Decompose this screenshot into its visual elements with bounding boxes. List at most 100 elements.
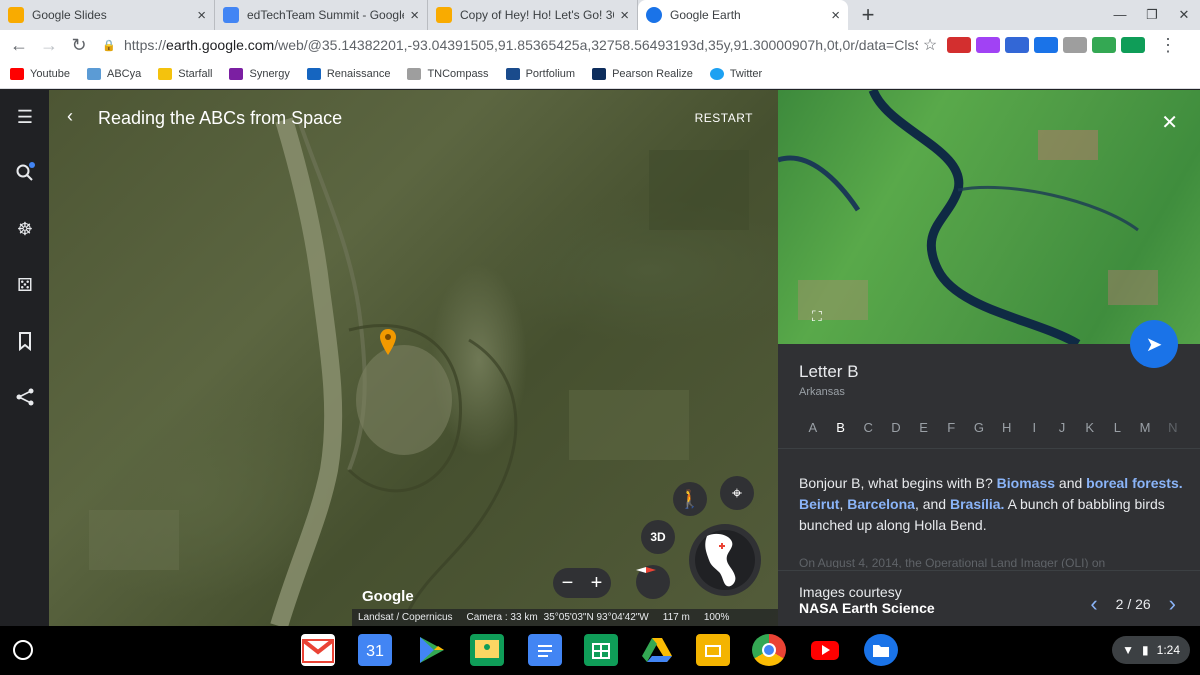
- files-icon[interactable]: [864, 634, 898, 666]
- wifi-icon: ▼: [1122, 643, 1135, 657]
- tab-hey-ho[interactable]: Copy of Hey! Ho! Let's Go! 360 v ×: [428, 0, 638, 30]
- letter-f[interactable]: F: [937, 420, 965, 435]
- letter-l[interactable]: L: [1104, 420, 1132, 435]
- letter-a[interactable]: A: [799, 420, 827, 435]
- brasilia-link[interactable]: Brasília.: [950, 496, 1004, 512]
- reload-icon[interactable]: ↻: [64, 35, 94, 56]
- starfall-icon: [158, 68, 173, 80]
- feeling-lucky-dice-icon[interactable]: ⚄: [14, 274, 36, 296]
- globe-minimap[interactable]: [689, 524, 761, 596]
- bookmark-pearson[interactable]: Pearson Realize: [592, 68, 693, 80]
- close-tab-icon[interactable]: ×: [831, 7, 840, 24]
- bookmark-label: Starfall: [178, 68, 213, 80]
- close-window-icon[interactable]: ✕: [1168, 0, 1200, 30]
- new-tab-button[interactable]: +: [848, 0, 888, 30]
- share-icon[interactable]: [14, 386, 36, 408]
- compass-icon[interactable]: [636, 565, 670, 599]
- bookmark-synergy[interactable]: Synergy: [229, 68, 290, 80]
- back-arrow-icon[interactable]: ←: [4, 35, 34, 56]
- status-tray[interactable]: ▼ ▮ 1:24: [1112, 636, 1190, 664]
- satellite-map-view[interactable]: ‹ Reading the ABCs from Space RESTART 🚶 …: [49, 90, 778, 626]
- tab-edtechteam[interactable]: edTechTeam Summit - Google D ×: [215, 0, 428, 30]
- tab-google-earth[interactable]: Google Earth ×: [638, 0, 848, 30]
- slides-icon[interactable]: [696, 634, 730, 666]
- zoom-out-button[interactable]: −: [562, 572, 574, 595]
- boreal-forests-link[interactable]: boreal forests.: [1086, 475, 1182, 491]
- previous-chevron-icon[interactable]: ‹: [1090, 591, 1097, 617]
- letter-d[interactable]: D: [882, 420, 910, 435]
- calendar-icon[interactable]: 31: [358, 634, 392, 666]
- letter-m[interactable]: M: [1131, 420, 1159, 435]
- youtube-icon[interactable]: [808, 634, 842, 666]
- send-icon: ➤: [1145, 333, 1163, 356]
- url-field[interactable]: 🔒 https://earth.google.com/web/@35.14382…: [102, 33, 942, 57]
- toggle-3d-button[interactable]: 3D: [641, 520, 675, 554]
- beirut-link[interactable]: Beirut: [799, 496, 839, 512]
- letter-b[interactable]: B: [827, 420, 855, 435]
- extension-icon[interactable]: [1063, 37, 1087, 53]
- bookmark-renaissance[interactable]: Renaissance: [306, 68, 390, 80]
- bookmark-portfolium[interactable]: Portfolium: [505, 68, 575, 80]
- gmail-icon[interactable]: [301, 634, 335, 666]
- biomass-link[interactable]: Biomass: [997, 475, 1055, 491]
- close-card-icon[interactable]: ✕: [1161, 110, 1178, 135]
- imagery-attribution: Landsat / Copernicus: [358, 612, 453, 623]
- docs-icon[interactable]: [528, 634, 562, 666]
- restart-button[interactable]: RESTART: [695, 111, 753, 125]
- bookmark-tncompass[interactable]: TNCompass: [407, 68, 489, 80]
- sheets-icon[interactable]: [584, 634, 618, 666]
- classroom-icon[interactable]: [470, 634, 504, 666]
- bookmark-youtube[interactable]: Youtube: [10, 68, 70, 80]
- tour-back-chevron-icon[interactable]: ‹: [67, 106, 73, 127]
- letter-i[interactable]: I: [1021, 420, 1049, 435]
- close-tab-icon[interactable]: ×: [620, 7, 629, 24]
- barcelona-link[interactable]: Barcelona: [847, 496, 915, 512]
- letter-g[interactable]: G: [965, 420, 993, 435]
- bookmark-star-icon[interactable]: ☆: [918, 35, 942, 55]
- bookmark-abcya[interactable]: ABCya: [86, 68, 141, 80]
- divider: [778, 448, 1200, 449]
- maximize-icon[interactable]: ❐: [1136, 0, 1168, 30]
- river-image: [778, 90, 1158, 344]
- streaming-percent: 100%: [703, 612, 730, 623]
- bookmark-icon[interactable]: [14, 330, 36, 352]
- launcher-circle-icon[interactable]: [13, 640, 33, 660]
- my-location-icon[interactable]: ⌖: [720, 476, 754, 510]
- letter-j[interactable]: J: [1048, 420, 1076, 435]
- location-pin-icon[interactable]: [379, 328, 397, 356]
- close-tab-icon[interactable]: ×: [410, 7, 419, 24]
- bookmark-starfall[interactable]: Starfall: [158, 68, 212, 80]
- menu-hamburger-icon[interactable]: ☰: [14, 106, 36, 128]
- classroom-extension-icon[interactable]: [1121, 37, 1145, 53]
- next-chevron-icon[interactable]: ›: [1169, 591, 1176, 617]
- letter-h[interactable]: H: [993, 420, 1021, 435]
- letter-e[interactable]: E: [910, 420, 938, 435]
- forward-arrow-icon[interactable]: →: [34, 35, 64, 56]
- zoom-control: − +: [553, 568, 611, 598]
- tab-google-slides[interactable]: Google Slides ×: [0, 0, 215, 30]
- cast-extension-icon[interactable]: [1092, 37, 1116, 53]
- minimize-icon[interactable]: —: [1104, 0, 1136, 30]
- bookmark-twitter[interactable]: Twitter: [709, 68, 762, 80]
- extension-icon[interactable]: [1005, 37, 1029, 53]
- ublock-extension-icon[interactable]: [947, 37, 971, 53]
- search-icon[interactable]: [14, 162, 36, 184]
- menu-kebab-icon[interactable]: ⋮: [1153, 35, 1183, 56]
- drive-icon[interactable]: [640, 634, 674, 666]
- lock-icon: 🔒: [102, 39, 116, 52]
- close-tab-icon[interactable]: ×: [197, 7, 206, 24]
- share-card-button[interactable]: ➤: [1130, 320, 1178, 368]
- letter-k[interactable]: K: [1076, 420, 1104, 435]
- letter-c[interactable]: C: [854, 420, 882, 435]
- voyager-ship-wheel-icon[interactable]: ☸: [14, 218, 36, 240]
- play-store-icon[interactable]: [414, 634, 448, 666]
- letter-n[interactable]: N: [1159, 420, 1187, 435]
- zoom-in-button[interactable]: +: [591, 572, 603, 595]
- extension-icon[interactable]: [1034, 37, 1058, 53]
- fullscreen-icon[interactable]: ⛶: [812, 308, 822, 325]
- extension-icon[interactable]: [976, 37, 1000, 53]
- tab-title: Copy of Hey! Ho! Let's Go! 360 v: [460, 8, 614, 22]
- chrome-icon[interactable]: [752, 634, 786, 666]
- pegman-icon[interactable]: 🚶: [673, 482, 707, 516]
- window-controls: — ❐ ✕: [1104, 0, 1200, 30]
